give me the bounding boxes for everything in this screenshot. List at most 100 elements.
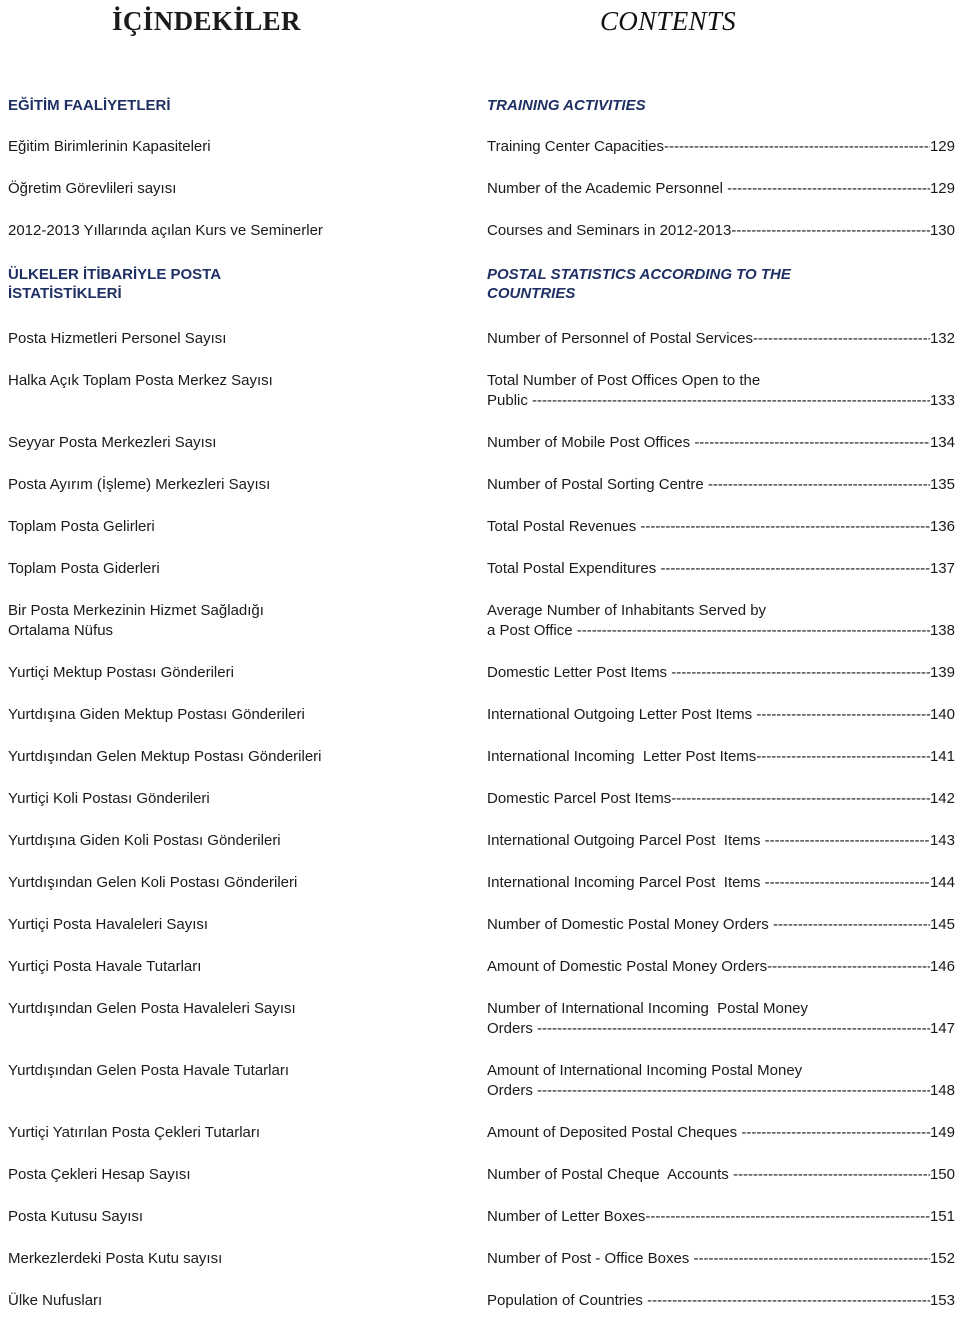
toc-page-number: 135 bbox=[929, 476, 955, 493]
toc-label-turkish-text: 2012-2013 Yıllarında açılan Kurs ve Semi… bbox=[8, 222, 323, 239]
toc-label-turkish: Posta Hizmetleri Personel Sayısı bbox=[0, 329, 487, 349]
toc-entry-row: Eğitim Birimlerinin Kapasiteleri Training… bbox=[0, 137, 960, 157]
toc-leader-dots: ----------------------------------------… bbox=[727, 180, 930, 197]
toc-label-turkish: Toplam Posta Gelirleri bbox=[0, 517, 487, 537]
toc-label-turkish: Öğretim Görevlileri sayısı bbox=[0, 179, 487, 199]
toc-entry-leader-line: Courses and Seminars in 2012-2013 -------… bbox=[487, 221, 955, 241]
toc-leader-dots: ----------------------------------------… bbox=[772, 916, 930, 933]
toc-leader-dots: ----------------------------------------… bbox=[767, 958, 930, 975]
toc-entry-leader-line: Amount of Domestic Postal Money Orders --… bbox=[487, 957, 955, 977]
toc-label-turkish: Yurtdışından Gelen Koli Postası Gönderil… bbox=[0, 873, 487, 893]
toc-page-number: 130 bbox=[929, 222, 955, 239]
toc-label-turkish-text: Toplam Posta Gelirleri bbox=[8, 518, 155, 535]
toc-entry-row: Yurtdışına Giden Koli Postası Gönderiler… bbox=[0, 831, 960, 851]
toc-leader-dots: ----------------------------------------… bbox=[694, 434, 930, 451]
toc-entry-text: Orders bbox=[487, 1082, 538, 1099]
toc-leader-dots: ----------------------------------------… bbox=[764, 874, 930, 891]
toc-entry-leader-line: Orders ---------------------------------… bbox=[487, 1081, 955, 1101]
toc-label-turkish: Yurtiçi Koli Postası Gönderileri bbox=[0, 789, 487, 809]
toc-entry-leader-line: Number of Post - Office Boxes ----------… bbox=[487, 1249, 955, 1269]
toc-entry-leader-line: Orders ---------------------------------… bbox=[487, 1019, 955, 1039]
toc-label-turkish-text: Öğretim Görevlileri sayısı bbox=[8, 180, 177, 197]
toc-entry-text: Courses and Seminars in 2012-2013 bbox=[487, 222, 732, 239]
toc-label-english: Number of Domestic Postal Money Orders -… bbox=[487, 915, 960, 935]
toc-entry: Number of Post - Office Boxes ----------… bbox=[487, 1249, 955, 1269]
toc-leader-dots: ----------------------------------------… bbox=[756, 748, 930, 765]
page-title-turkish: İÇİNDEKİLER bbox=[112, 6, 301, 36]
toc-label-english: Amount of Domestic Postal Money Orders --… bbox=[487, 957, 960, 977]
toc-entry-row: Halka Açık Toplam Posta Merkez Sayısı Tot… bbox=[0, 371, 960, 411]
toc-page-number: 129 bbox=[929, 138, 955, 155]
toc-entry: Number of Mobile Post Offices ----------… bbox=[487, 433, 955, 453]
toc-label-english-text: POSTAL STATISTICS ACCORDING TO THE COUNT… bbox=[487, 266, 791, 302]
toc-entry-text: Population of Countries bbox=[487, 1292, 648, 1309]
toc-entry: Average Number of Inhabitants Served by a… bbox=[487, 601, 955, 641]
toc-entry: Total Number of Post Offices Open to the… bbox=[487, 371, 955, 411]
toc-page-number: 145 bbox=[929, 916, 955, 933]
toc-entry-row: Posta Kutusu Sayısı Number of Letter Boxe… bbox=[0, 1207, 960, 1227]
toc-label-turkish-text: Toplam Posta Giderleri bbox=[8, 560, 160, 577]
toc-label-english: Number of Postal Cheque Accounts -------… bbox=[487, 1165, 960, 1185]
toc-page-number: 139 bbox=[929, 664, 955, 681]
toc-label-english: Population of Countries ----------------… bbox=[487, 1291, 960, 1311]
page-titles: İÇİNDEKİLER CONTENTS bbox=[0, 0, 960, 56]
toc-leader-dots: ----------------------------------------… bbox=[660, 560, 930, 577]
toc-label-turkish-text: Yurtiçi Posta Havale Tutarları bbox=[8, 958, 202, 975]
toc-leader-dots: ----------------------------------------… bbox=[752, 330, 930, 347]
toc-entry-leader-line: Number of Letter Boxes ------------------… bbox=[487, 1207, 955, 1227]
toc-entry-text: Number of International Incoming Postal … bbox=[487, 1000, 808, 1017]
toc-entry: Number of Personnel of Postal Services --… bbox=[487, 329, 955, 349]
toc-page-number: 143 bbox=[929, 832, 955, 849]
toc-entry-text: International Incoming Parcel Post Items bbox=[487, 874, 765, 891]
toc-label-english: Number of Post - Office Boxes ----------… bbox=[487, 1249, 960, 1269]
toc-entry-leader-line: Total Postal Expenditures --------------… bbox=[487, 559, 955, 579]
toc-entry: Total Postal Expenditures --------------… bbox=[487, 559, 955, 579]
toc-label-english: Number of International Incoming Postal … bbox=[487, 999, 960, 1039]
toc-entry-row: Toplam Posta Giderleri Total Postal Expen… bbox=[0, 559, 960, 579]
toc-entry: Number of Postal Cheque Accounts -------… bbox=[487, 1165, 955, 1185]
toc-label-turkish: Yurtdışından Gelen Mektup Postası Gönder… bbox=[0, 747, 487, 767]
toc-page-number: 132 bbox=[929, 330, 955, 347]
toc-label-english: Average Number of Inhabitants Served by a… bbox=[487, 601, 960, 641]
toc-entry: International Incoming Letter Post Items… bbox=[487, 747, 955, 767]
toc-page-number: 149 bbox=[929, 1124, 955, 1141]
toc-label-turkish-text: Posta Kutusu Sayısı bbox=[8, 1208, 144, 1225]
toc-entry: Number of Domestic Postal Money Orders -… bbox=[487, 915, 955, 935]
toc-page-number: 153 bbox=[929, 1292, 955, 1309]
toc-label-english: International Incoming Parcel Post Items… bbox=[487, 873, 960, 893]
toc-entry-leader-line: Amount of Deposited Postal Cheques -----… bbox=[487, 1123, 955, 1143]
toc-entry-row: Yurtdışından Gelen Mektup Postası Gönder… bbox=[0, 747, 960, 767]
toc-leader-dots: ----------------------------------------… bbox=[647, 1292, 930, 1309]
toc-label-english: Amount of Deposited Postal Cheques -----… bbox=[487, 1123, 960, 1143]
toc-page-number: 134 bbox=[929, 434, 955, 451]
toc-label-turkish-text: Yurtiçi Posta Havaleleri Sayısı bbox=[8, 916, 209, 933]
toc-entry: Domestic Parcel Post Items --------------… bbox=[487, 789, 955, 809]
toc-entry-leader-line: Number of Domestic Postal Money Orders -… bbox=[487, 915, 955, 935]
toc-leader-dots: ----------------------------------------… bbox=[764, 832, 930, 849]
toc-leader-dots: ----------------------------------------… bbox=[741, 1124, 930, 1141]
toc-entry-text: Number of Post - Office Boxes bbox=[487, 1250, 694, 1267]
toc-page-number: 137 bbox=[929, 560, 955, 577]
toc-label-turkish-text: Bir Posta Merkezinin Hizmet Sağladığı Or… bbox=[8, 602, 264, 639]
toc-entry-leader-line: International Outgoing Parcel Post Items… bbox=[487, 831, 955, 851]
toc-label-turkish: Bir Posta Merkezinin Hizmet Sağladığı Or… bbox=[0, 601, 487, 641]
toc-entry-row: Seyyar Posta Merkezleri Sayısı Number of … bbox=[0, 433, 960, 453]
toc-page-number: 140 bbox=[929, 706, 955, 723]
toc-entry-row: Ülke Nufusları Population of Countries --… bbox=[0, 1291, 960, 1311]
toc-entry: Number of International Incoming Postal … bbox=[487, 999, 955, 1039]
toc-leader-dots: ----------------------------------------… bbox=[731, 222, 930, 239]
toc-entry: International Outgoing Letter Post Items… bbox=[487, 705, 955, 725]
toc-label-turkish-text: Merkezlerdeki Posta Kutu sayısı bbox=[8, 1250, 223, 1267]
toc-label-english: Number of Mobile Post Offices ----------… bbox=[487, 433, 960, 453]
toc-page-number: 141 bbox=[929, 748, 955, 765]
toc-entry-text: Total Postal Expenditures bbox=[487, 560, 661, 577]
toc-entry-row: Posta Hizmetleri Personel Sayısı Number o… bbox=[0, 329, 960, 349]
toc-entry-text: Training Center Capacities bbox=[487, 138, 665, 155]
toc-label-turkish-text: Ülke Nufusları bbox=[8, 1292, 103, 1309]
toc-entry-row: Merkezlerdeki Posta Kutu sayısı Number of… bbox=[0, 1249, 960, 1269]
toc-entry-leader-line: Total Postal Revenues ------------------… bbox=[487, 517, 955, 537]
toc-label-turkish-text: Seyyar Posta Merkezleri Sayısı bbox=[8, 434, 217, 451]
toc-entry-text: Amount of Deposited Postal Cheques bbox=[487, 1124, 742, 1141]
toc-page-number: 144 bbox=[929, 874, 955, 891]
toc-label-turkish-text: Yurtdışından Gelen Mektup Postası Gönder… bbox=[8, 748, 322, 765]
